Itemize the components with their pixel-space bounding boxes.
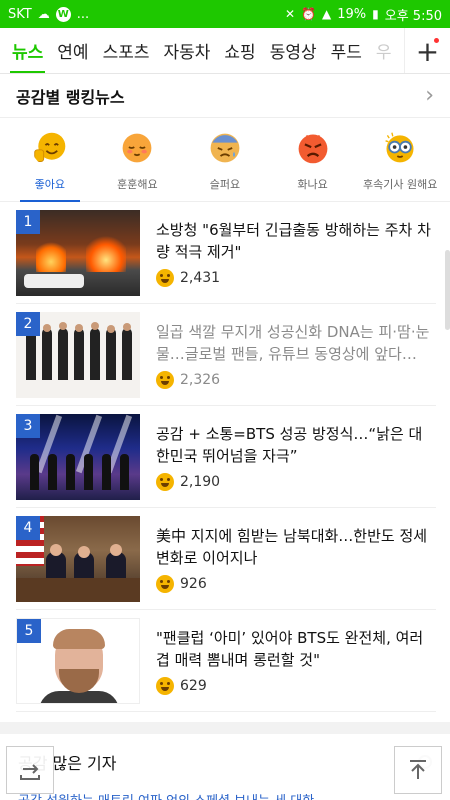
angry-face-icon <box>298 134 327 164</box>
news-headline[interactable]: 美中 지지에 힘받는 남북대화…한반도 정세 변화로 이어지나 <box>156 525 436 569</box>
tab-cars[interactable]: 자동차 <box>163 28 210 73</box>
battery-icon: ▮ <box>372 7 379 21</box>
news-item[interactable]: 5 "팬클럽 ‘아미’ 있어야 BTS도 완전체, 여러 겹 매력 뽐내며 롱런… <box>16 610 436 712</box>
more-notifications-label: ... <box>76 6 90 22</box>
section-header[interactable]: 공감별 랭킹뉴스 › <box>0 74 450 118</box>
emotion-label-like: 좋아요 <box>34 178 65 191</box>
like-count-value: 2,431 <box>180 269 221 286</box>
like-emoji-icon <box>156 472 174 491</box>
emotion-tab-follow-up[interactable]: 후속기사 원해요 <box>356 118 444 201</box>
battery-percent: 19% <box>337 6 367 22</box>
share-button[interactable] <box>6 746 54 794</box>
like-count: 629 <box>156 676 436 695</box>
follow-up-face-icon <box>385 132 414 163</box>
emotion-tabs: 좋아요 훈훈해요 슬퍼요 화나요 후속기사 원해요 <box>0 118 450 202</box>
arrow-up-icon <box>410 760 426 779</box>
signal-icon: ▲ <box>322 7 332 21</box>
clock: 오후 5:50 <box>384 8 442 24</box>
emotion-tab-like[interactable]: 좋아요 <box>6 118 94 202</box>
rank-badge: 3 <box>16 413 40 438</box>
section-title: 공감별 랭킹뉴스 <box>16 87 125 107</box>
alarm-icon: ⏰ <box>301 7 316 21</box>
news-item[interactable]: 4 美中 지지에 힘받는 남북대화…한반도 정세 변화로 이어지나 926 <box>16 508 436 610</box>
tab-entertainment[interactable]: 연예 <box>57 28 88 73</box>
emotion-label-sad: 슬퍼요 <box>209 178 241 191</box>
like-count-value: 629 <box>180 677 207 694</box>
tab-sports[interactable]: 스포츠 <box>103 28 150 73</box>
tab-video[interactable]: 동영상 <box>270 28 317 73</box>
like-emoji-icon <box>156 676 174 695</box>
carrier-label: SKT <box>8 6 32 22</box>
like-count-value: 926 <box>180 575 207 592</box>
cloud-icon: ☁ <box>37 7 50 21</box>
news-headline[interactable]: 일곱 색깔 무지개 성공신화 DNA는 피·땀·눈물…글로벌 팬들, 유튜브 동… <box>156 321 436 365</box>
news-thumbnail[interactable]: 3 <box>16 413 140 500</box>
app-badge-icon: W <box>55 6 71 22</box>
tab-shopping[interactable]: 쇼핑 <box>224 28 255 73</box>
sad-face-icon <box>210 133 240 163</box>
like-face-icon <box>34 132 66 162</box>
emotion-label-follow-up: 후속기사 원해요 <box>363 178 438 191</box>
ranking-news-list: 1 소방청 "6월부터 긴급출동 방해하는 주차 차량 적극 제거" 2,431… <box>0 202 450 712</box>
news-thumbnail[interactable]: 2 <box>16 311 140 398</box>
news-item[interactable]: 1 소방청 "6월부터 긴급출동 방해하는 주차 차량 적극 제거" 2,431 <box>16 202 436 304</box>
news-headline[interactable]: "팬클럽 ‘아미’ 있어야 BTS도 완전체, 여러 겹 매력 뽐내며 롱런할 … <box>156 627 436 671</box>
status-bar: SKT ☁ W ... ✕ ⏰ ▲ 19% ▮ 오후 5:50 <box>0 0 450 28</box>
tab-food[interactable]: 푸드 <box>331 28 362 73</box>
emotion-tab-sad[interactable]: 슬퍼요 <box>181 118 269 201</box>
rank-badge: 4 <box>16 515 40 540</box>
share-arrow-icon <box>20 764 40 780</box>
next-section-header[interactable]: 공감 많은 기자 <box>0 734 450 790</box>
rank-badge: 2 <box>16 311 40 336</box>
like-emoji-icon <box>156 574 174 593</box>
next-section-preview[interactable]: 공감 성원하는 매트린 여파 언의 스페셜 보내는 세 대한… <box>0 790 450 800</box>
scroll-to-top-button[interactable] <box>394 746 442 794</box>
chevron-right-icon: › <box>425 83 434 108</box>
like-emoji-icon <box>156 268 174 287</box>
rank-badge: 5 <box>17 618 41 643</box>
new-dot-icon <box>434 38 439 43</box>
scroll-indicator[interactable] <box>445 250 450 330</box>
like-count: 2,190 <box>156 472 436 491</box>
news-headline[interactable]: 소방청 "6월부터 긴급출동 방해하는 주차 차량 적극 제거" <box>156 219 436 263</box>
like-emoji-icon <box>156 370 174 389</box>
like-count-value: 2,190 <box>180 473 221 490</box>
emotion-tab-angry[interactable]: 화나요 <box>269 118 357 201</box>
mute-icon: ✕ <box>284 7 296 21</box>
news-thumbnail[interactable]: 5 <box>16 617 140 704</box>
like-count: 2,431 <box>156 268 436 287</box>
emotion-label-angry: 화나요 <box>297 178 328 191</box>
section-divider <box>0 722 450 734</box>
news-headline[interactable]: 공감 + 소통=BTS 성공 방정식…“낡은 대한민국 뛰어넘을 자극” <box>156 423 436 467</box>
add-tab-button[interactable]: + <box>404 28 450 73</box>
emotion-tab-warm[interactable]: 훈훈해요 <box>94 118 182 201</box>
like-count-value: 2,326 <box>180 371 221 388</box>
rank-badge: 1 <box>16 209 40 234</box>
news-item[interactable]: 2 일곱 색깔 무지개 성공신화 DNA는 피·땀·눈물…글로벌 팬들, 유튜브… <box>16 304 436 406</box>
like-count: 926 <box>156 574 436 593</box>
like-count: 2,326 <box>156 370 436 389</box>
emotion-label-warm: 훈훈해요 <box>117 178 158 191</box>
news-item[interactable]: 3 공감 + 소통=BTS 성공 방정식…“낡은 대한민국 뛰어넘을 자극” 2… <box>16 406 436 508</box>
tab-partial[interactable]: 우 <box>376 28 392 73</box>
warm-face-icon <box>122 133 152 163</box>
news-thumbnail[interactable]: 1 <box>16 209 140 296</box>
news-thumbnail[interactable]: 4 <box>16 515 140 602</box>
category-tabs: 뉴스 연예 스포츠 자동차 쇼핑 동영상 푸드 우 + <box>0 28 450 74</box>
tab-news[interactable]: 뉴스 <box>9 28 46 73</box>
